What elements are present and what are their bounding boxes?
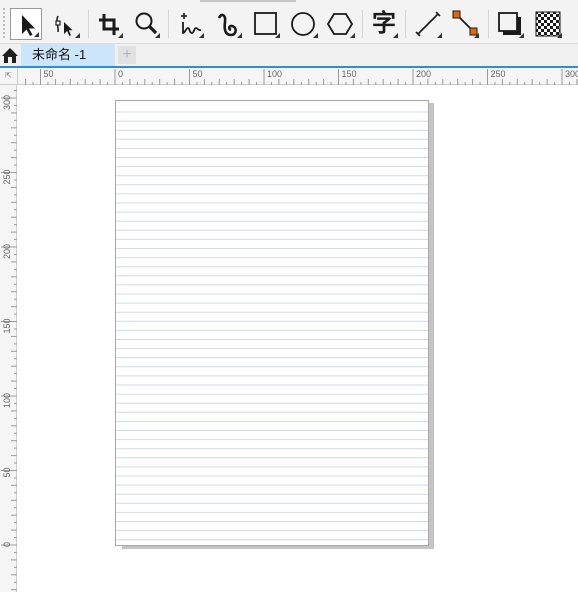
- vertical-ruler-scale: 300 250 200 150 100 50 0: [1, 90, 17, 591]
- drop-shadow-tool-button[interactable]: [494, 8, 526, 40]
- ruler-origin-corner[interactable]: ⇱: [0, 68, 18, 85]
- freehand-tool-button[interactable]: [174, 8, 206, 40]
- flyout-corner-icon: [474, 33, 479, 38]
- crop-tool-button[interactable]: [93, 8, 125, 40]
- transparency-tool-button[interactable]: [532, 8, 564, 40]
- rectangle-tool-button[interactable]: [250, 8, 282, 40]
- shape-edit-tool-button[interactable]: [50, 8, 82, 40]
- add-tab-button[interactable]: +: [118, 46, 136, 64]
- ruler-label: 100: [267, 69, 282, 79]
- tab-document[interactable]: 未命名 -1: [21, 44, 115, 66]
- polygon-tool-button[interactable]: [325, 8, 357, 40]
- toolbar-separator: [362, 10, 363, 38]
- flyout-corner-icon: [437, 33, 442, 38]
- flyout-corner-icon: [557, 33, 562, 38]
- ruler-label: 50: [2, 468, 12, 478]
- ruler-label: 150: [342, 69, 357, 79]
- ruler-label: 50: [193, 69, 203, 79]
- document-tab-bar: 未命名 -1 +: [0, 44, 578, 68]
- toolbox: 字: [0, 0, 578, 44]
- vertical-ruler[interactable]: 300 250 200 150 100 50 0: [0, 85, 17, 592]
- artistic-media-tool-button[interactable]: [212, 8, 244, 40]
- horizontal-ruler-scale: 50 0 50 100 150 200 250 300: [25, 69, 578, 85]
- ruler-label: 50: [44, 69, 54, 79]
- toolbar-grip[interactable]: [3, 8, 7, 38]
- ruler-label: 250: [491, 69, 506, 79]
- flyout-corner-icon: [155, 33, 160, 38]
- flyout-corner-icon: [75, 33, 80, 38]
- home-icon: [2, 48, 18, 63]
- home-button[interactable]: [0, 44, 20, 66]
- connector-tool-button[interactable]: [449, 8, 481, 40]
- ellipse-tool-button[interactable]: [288, 8, 320, 40]
- ruler-label: 300: [565, 69, 578, 79]
- ruler-label: 150: [2, 319, 12, 334]
- ruler-label: 0: [118, 69, 123, 79]
- ruler-label: 300: [2, 95, 12, 110]
- flyout-corner-icon: [34, 32, 39, 37]
- ruler-label: 200: [2, 244, 12, 259]
- flyout-corner-icon: [199, 33, 204, 38]
- horizontal-ruler[interactable]: 50 0 50 100 150 200 250 300: [18, 68, 578, 85]
- ruler-label: 200: [416, 69, 431, 79]
- flyout-corner-icon: [519, 33, 524, 38]
- flyout-corner-icon: [275, 33, 280, 38]
- document-page[interactable]: [115, 100, 429, 546]
- pick-tool-button[interactable]: [10, 8, 42, 40]
- ruler-label: 0: [2, 542, 12, 547]
- ruler-label: 100: [2, 393, 12, 408]
- toolbar-separator: [88, 10, 89, 38]
- flyout-corner-icon: [350, 33, 355, 38]
- dimension-tool-button[interactable]: [412, 8, 444, 40]
- toolbar-separator: [488, 10, 489, 38]
- toolbar-separator: [405, 10, 406, 38]
- flyout-corner-icon: [118, 33, 123, 38]
- text-tool-button[interactable]: 字: [368, 8, 400, 40]
- flyout-corner-icon: [237, 33, 242, 38]
- zoom-tool-button[interactable]: [130, 8, 162, 40]
- page-ruled-lines: [116, 111, 428, 541]
- ruler-label: 250: [2, 170, 12, 185]
- flyout-corner-icon: [393, 33, 398, 38]
- toolbar-top-strip: [200, 0, 296, 2]
- toolbar-separator: [168, 10, 169, 38]
- flyout-corner-icon: [313, 33, 318, 38]
